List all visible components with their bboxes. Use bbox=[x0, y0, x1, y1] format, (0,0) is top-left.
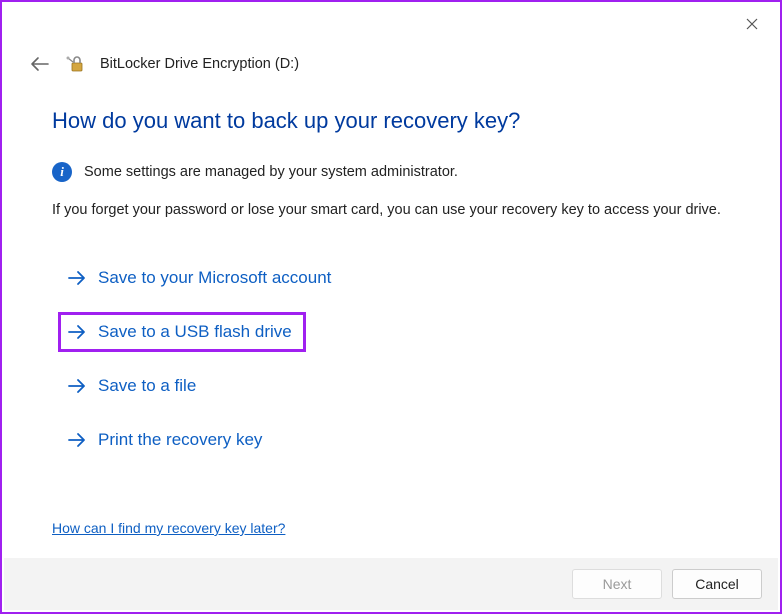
option-label: Save to your Microsoft account bbox=[98, 268, 331, 288]
next-button: Next bbox=[572, 569, 662, 599]
option-usb-drive[interactable]: Save to a USB flash drive bbox=[58, 312, 306, 352]
bitlocker-icon bbox=[66, 54, 86, 74]
footer: Next Cancel bbox=[4, 558, 778, 610]
arrow-right-icon bbox=[66, 270, 88, 286]
description: If you forget your password or lose your… bbox=[52, 200, 730, 220]
content: How do you want to back up your recovery… bbox=[2, 76, 780, 474]
app-title: BitLocker Drive Encryption (D:) bbox=[100, 56, 299, 72]
help-link[interactable]: How can I find my recovery key later? bbox=[52, 520, 285, 536]
option-save-file[interactable]: Save to a file bbox=[58, 366, 210, 406]
close-button[interactable] bbox=[736, 8, 768, 40]
info-icon: i bbox=[52, 162, 72, 182]
option-print[interactable]: Print the recovery key bbox=[58, 420, 276, 460]
info-text: Some settings are managed by your system… bbox=[84, 164, 458, 180]
info-message: i Some settings are managed by your syst… bbox=[52, 162, 730, 182]
cancel-button[interactable]: Cancel bbox=[672, 569, 762, 599]
arrow-right-icon bbox=[66, 324, 88, 340]
option-label: Save to a file bbox=[98, 376, 196, 396]
options-list: Save to your Microsoft account Save to a… bbox=[52, 258, 730, 474]
header: BitLocker Drive Encryption (D:) bbox=[2, 2, 780, 76]
page-heading: How do you want to back up your recovery… bbox=[52, 108, 730, 134]
arrow-right-icon bbox=[66, 432, 88, 448]
back-button[interactable] bbox=[28, 52, 52, 76]
option-label: Save to a USB flash drive bbox=[98, 322, 292, 342]
option-microsoft-account[interactable]: Save to your Microsoft account bbox=[58, 258, 345, 298]
option-label: Print the recovery key bbox=[98, 430, 262, 450]
arrow-right-icon bbox=[66, 378, 88, 394]
